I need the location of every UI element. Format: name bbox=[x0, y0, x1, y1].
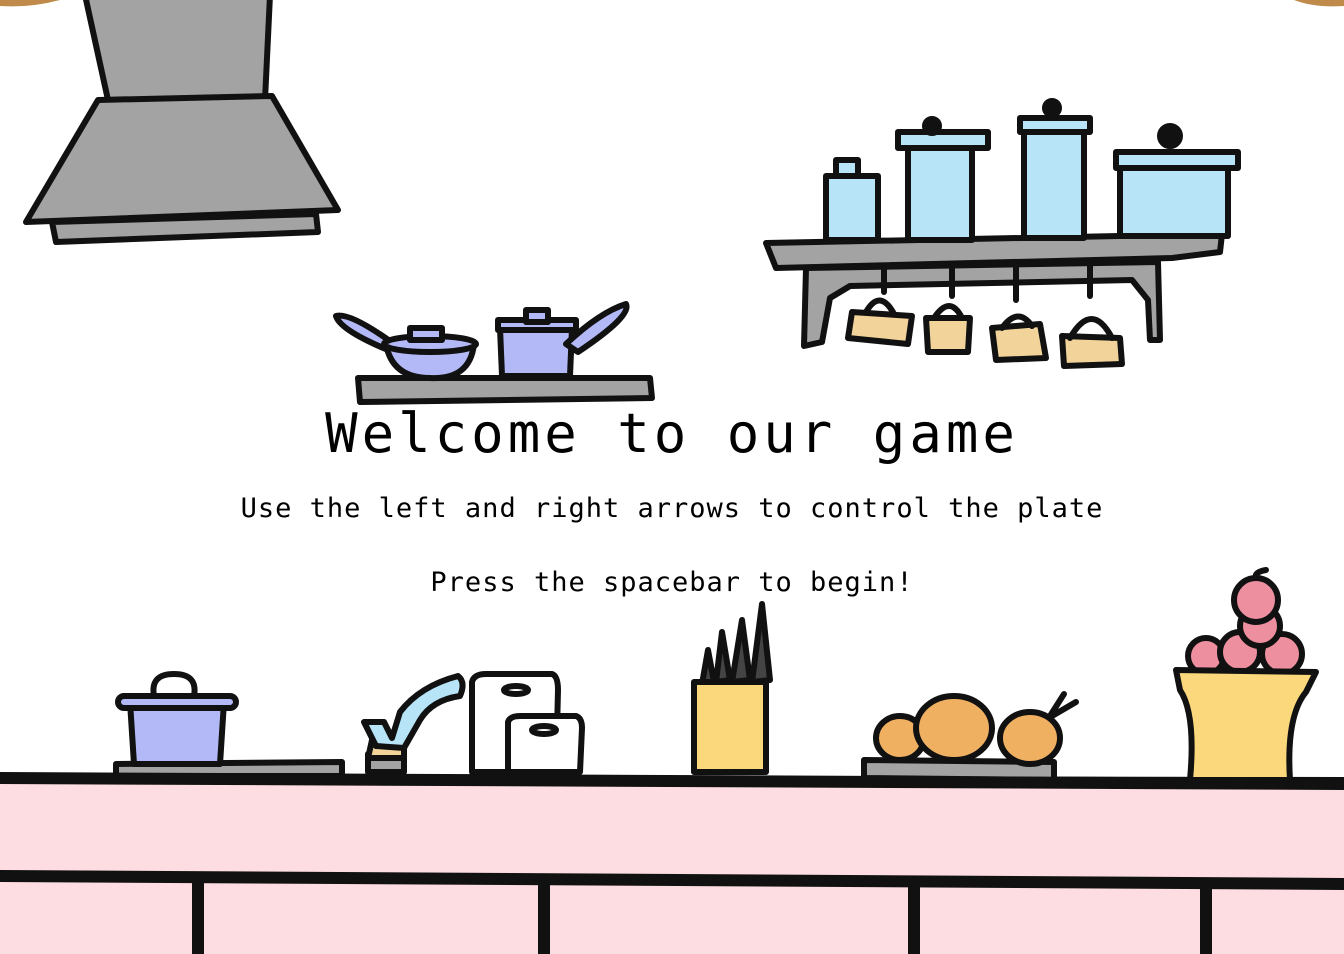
controls-instruction: Use the left and right arrows to control… bbox=[240, 493, 1104, 524]
bread-board bbox=[861, 691, 1079, 783]
onion bbox=[997, 709, 1063, 767]
pot bbox=[115, 671, 239, 767]
jar-medium bbox=[895, 116, 991, 243]
bread-loaf bbox=[913, 693, 995, 763]
corner-decoration-left bbox=[0, 0, 60, 7]
faucet bbox=[361, 673, 466, 775]
pan-shelf bbox=[333, 301, 655, 405]
saucepan bbox=[495, 301, 630, 379]
jar-wide bbox=[1113, 123, 1241, 239]
corner-decoration-right bbox=[1294, 0, 1344, 7]
game-title: Welcome to our game bbox=[325, 402, 1019, 465]
jar-tall bbox=[1017, 98, 1093, 241]
knife-block bbox=[691, 601, 773, 775]
stove-burner bbox=[113, 671, 345, 779]
start-prompt: Press the spacebar to begin! bbox=[430, 567, 914, 598]
kitchen-counter bbox=[0, 775, 1344, 954]
frying-pan bbox=[333, 312, 479, 382]
jar-shelf bbox=[763, 98, 1241, 369]
counter-top-edge bbox=[0, 772, 1344, 790]
jar-small bbox=[823, 157, 881, 243]
kitchen-scene bbox=[0, 0, 1344, 954]
cutting-boards bbox=[469, 671, 585, 775]
fruit-bowl bbox=[1173, 567, 1319, 783]
range-hood bbox=[23, 0, 341, 245]
